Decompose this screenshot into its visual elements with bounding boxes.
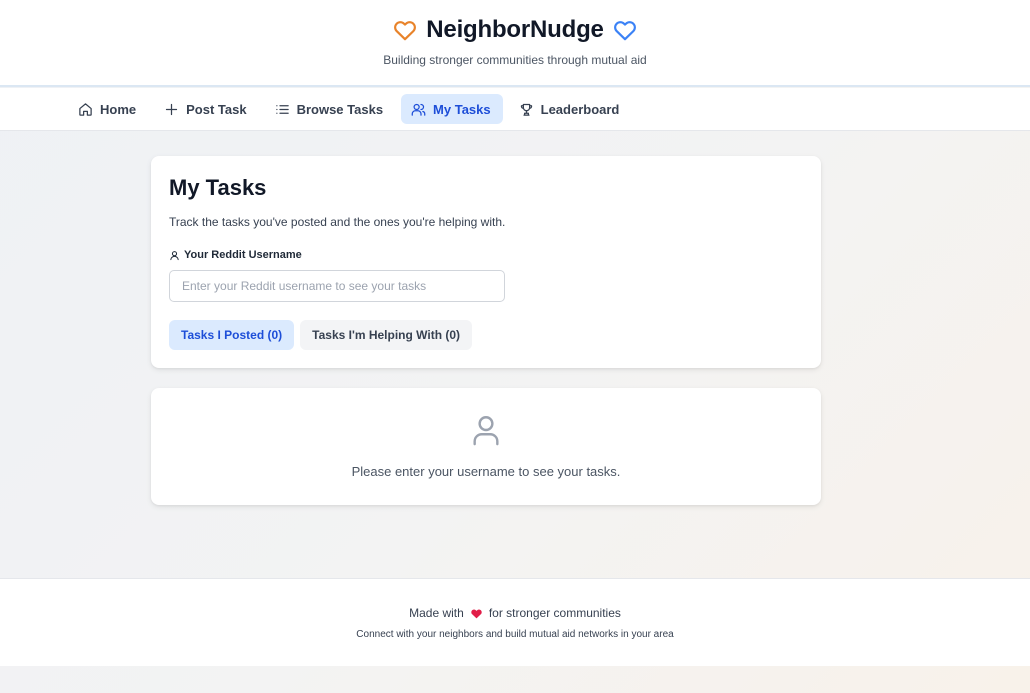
nav-item-home[interactable]: Home (68, 94, 148, 124)
nav-item-label: My Tasks (433, 101, 491, 117)
user-icon (170, 250, 179, 260)
page-description: Track the tasks you've posted and the on… (169, 215, 506, 229)
main-nav: Home Post Task Browse Tasks My Tasks Lea… (0, 88, 1030, 131)
username-label-text: Your Reddit Username (184, 249, 302, 261)
empty-state-message: Please enter your username to see your t… (351, 464, 621, 479)
app-tagline: Building stronger communities through mu… (383, 53, 647, 67)
app-title: NeighborNudge (426, 16, 604, 43)
nav-item-label: Browse Tasks (296, 101, 384, 117)
footer-subtext: Connect with your neighbors and build mu… (356, 629, 674, 640)
nav-item-post-task[interactable]: Post Task (154, 94, 258, 124)
home-icon (79, 102, 92, 116)
empty-state-card: Please enter your username to see your t… (151, 388, 821, 505)
brand: NeighborNudge (0, 16, 1030, 44)
username-input[interactable] (169, 270, 505, 302)
tab-tasks-posted[interactable]: Tasks I Posted (0) (169, 320, 295, 350)
plus-icon (166, 103, 178, 115)
app-header: NeighborNudge Building stronger communit… (0, 0, 1030, 87)
my-tasks-card: My Tasks Track the tasks you've posted a… (151, 156, 821, 368)
username-label: Your Reddit Username (169, 249, 302, 261)
nav-item-label: Home (100, 101, 137, 117)
footer-made-with: Made with (409, 606, 464, 620)
tab-tasks-helping[interactable]: Tasks I'm Helping With (0) (300, 320, 473, 350)
nav-item-leaderboard[interactable]: Leaderboard (509, 94, 632, 124)
nav-item-browse-tasks[interactable]: Browse Tasks (265, 94, 395, 124)
trophy-icon (520, 103, 532, 116)
users-icon (411, 103, 426, 116)
footer-for-text: for stronger communities (488, 606, 621, 620)
heart-icon (471, 609, 482, 618)
nav-item-label: Post Task (186, 101, 247, 117)
list-icon (275, 104, 289, 114)
footer-tagline: Made with for stronger communities (0, 606, 1030, 620)
user-icon (473, 416, 499, 446)
nav-item-label: Leaderboard (540, 101, 620, 117)
heart-icon (392, 17, 418, 43)
page-title: My Tasks (169, 175, 267, 200)
heart-icon (612, 17, 638, 43)
nav-item-my-tasks[interactable]: My Tasks (401, 94, 503, 124)
app-footer: Made with for stronger communities Conne… (0, 578, 1030, 666)
task-tabs: Tasks I Posted (0) Tasks I'm Helping Wit… (169, 320, 473, 350)
